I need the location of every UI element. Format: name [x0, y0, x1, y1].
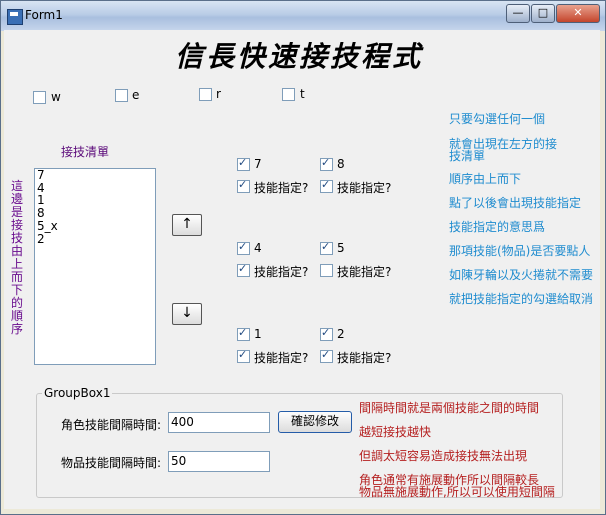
instruction-text: 技清單 [449, 149, 486, 163]
skill-checkbox-7[interactable] [237, 156, 250, 171]
skill-label-7: 7 [254, 157, 262, 171]
instruction-text: 那項技能(物品)是否要點人 [449, 244, 591, 258]
assign-checkbox-4[interactable] [237, 262, 250, 277]
skill-label-4: 4 [254, 241, 262, 255]
assign-label-2: 技能指定? [337, 351, 392, 365]
minimize-button[interactable]: — [506, 4, 530, 23]
instruction-text: 只要勾選任何一個 [449, 112, 546, 126]
item-interval-label: 物品技能間隔時間: [61, 456, 162, 470]
interval-note: 但調太短容易造成接技無法出現 [359, 449, 528, 463]
checkbox-w-label: w [51, 90, 61, 104]
instruction-text: 順序由上而下 [449, 172, 522, 186]
title-bar[interactable]: Form1 — □ ✕ [1, 1, 605, 31]
checkbox-t-label: t [300, 87, 305, 101]
list-item[interactable]: 1 [35, 194, 155, 207]
confirm-button[interactable]: 確認修改 [278, 411, 352, 433]
checkbox-e[interactable] [115, 89, 128, 102]
skill-checkbox-5[interactable] [320, 240, 333, 255]
assign-checkbox-5[interactable] [320, 264, 333, 277]
item-interval-input[interactable]: 50 [168, 451, 270, 472]
list-item[interactable]: 2 [35, 232, 155, 246]
checkbox-e-label: e [132, 88, 140, 102]
assign-checkbox-8[interactable] [320, 178, 333, 193]
instruction-text: 就把技能指定的勾選給取消 [449, 292, 594, 306]
assign-label-7: 技能指定? [254, 181, 309, 195]
assign-checkbox-7[interactable] [237, 178, 250, 193]
assign-label-1: 技能指定? [254, 351, 309, 365]
assign-label-5: 技能指定? [337, 265, 392, 279]
checkbox-w[interactable] [33, 91, 46, 104]
list-item[interactable]: 7 [35, 169, 155, 182]
instruction-text: 點了以後會出現技能指定 [449, 196, 582, 210]
groupbox-label: GroupBox1 [42, 386, 113, 400]
page-title: 信長快速接技程式 [175, 40, 424, 73]
checkbox-r[interactable] [199, 88, 212, 101]
maximize-button[interactable]: □ [531, 4, 555, 23]
assign-checkbox-2[interactable] [320, 348, 333, 363]
list-item[interactable]: 5_x [35, 220, 155, 233]
role-interval-label: 角色技能間隔時間: [61, 418, 162, 432]
vertical-order-note: 這邊是接技由上而下的順序 [11, 179, 24, 336]
assign-label-8: 技能指定? [337, 181, 392, 195]
window-title: Form1 [25, 8, 63, 22]
skill-checkbox-8[interactable] [320, 156, 333, 171]
list-item[interactable]: 8 [35, 207, 155, 220]
interval-note: 間隔時間就是兩個技能之間的時間 [359, 401, 540, 415]
combo-list-title: 接技清單 [61, 145, 110, 159]
app-icon [7, 9, 23, 25]
skill-checkbox-2[interactable] [320, 326, 333, 341]
interval-note: 物品無施展動作,所以可以使用短間隔 [359, 485, 555, 499]
skill-checkbox-1[interactable] [237, 326, 250, 341]
skill-label-2: 2 [337, 327, 345, 341]
assign-checkbox-1[interactable] [237, 348, 250, 363]
role-interval-input[interactable]: 400 [168, 412, 270, 433]
close-button[interactable]: ✕ [556, 4, 600, 23]
skill-label-1: 1 [254, 327, 262, 341]
interval-note: 越短接技越快 [359, 425, 432, 439]
assign-label-4: 技能指定? [254, 265, 309, 279]
skill-label-5: 5 [337, 241, 345, 255]
checkbox-r-label: r [216, 87, 221, 101]
skill-label-8: 8 [337, 157, 345, 171]
move-up-button[interactable]: ↑ [172, 214, 202, 236]
instruction-text: 技能指定的意思爲 [449, 220, 546, 234]
combo-listbox[interactable]: 7 4 1 8 5_x 2 [34, 168, 156, 365]
checkbox-t[interactable] [282, 88, 295, 101]
move-down-button[interactable]: ↓ [172, 303, 202, 325]
skill-checkbox-4[interactable] [237, 240, 250, 255]
list-item[interactable]: 4 [35, 181, 155, 195]
instruction-text: 如陳牙輪以及火捲就不需要 [449, 268, 594, 282]
